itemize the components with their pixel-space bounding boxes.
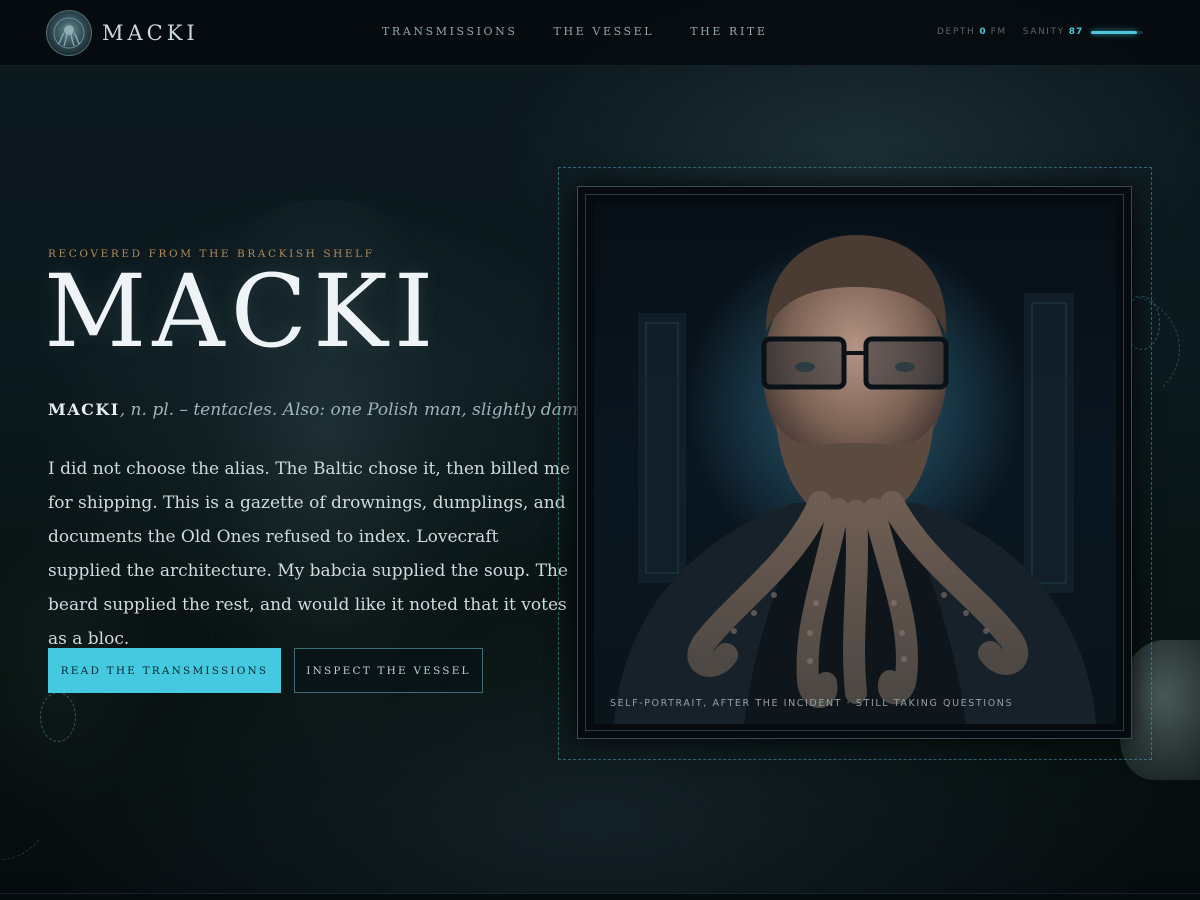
depth-label: DEPTH bbox=[937, 27, 976, 37]
main-nav: TRANSMISSIONS THE VESSEL THE RITE bbox=[382, 25, 803, 38]
sanity-bar-fill bbox=[1091, 30, 1137, 34]
intro-paragraph: I did not choose the alias. The Baltic c… bbox=[48, 459, 571, 649]
nav-link-transmissions[interactable]: TRANSMISSIONS bbox=[382, 25, 518, 38]
nav-link-the-vessel[interactable]: THE VESSEL bbox=[554, 25, 655, 38]
self-portrait-image bbox=[594, 203, 1116, 724]
depth-value: 0 bbox=[979, 27, 987, 37]
definition-word: MACKI bbox=[48, 400, 120, 419]
definition-text: , n. pl. – tentacles. Also: one Polish m… bbox=[119, 400, 595, 420]
depth-unit: FM bbox=[990, 27, 1007, 37]
sanity-value: 87 bbox=[1068, 27, 1084, 37]
brand-name: MACKI bbox=[102, 21, 199, 45]
octopus-emblem-icon bbox=[46, 10, 92, 56]
site-header: MACKI TRANSMISSIONS THE VESSEL THE RITE … bbox=[0, 0, 1200, 66]
status-meters: DEPTH 0 FM SANITY 87 bbox=[937, 27, 1144, 37]
read-transmissions-button[interactable]: READ THE TRANSMISSIONS bbox=[48, 648, 281, 693]
nav-link-the-rite[interactable]: THE RITE bbox=[690, 25, 767, 38]
sanity-bar bbox=[1091, 30, 1144, 34]
sanity-label: SANITY bbox=[1022, 27, 1065, 37]
inspect-vessel-button[interactable]: INSPECT THE VESSEL bbox=[294, 648, 483, 693]
logo-link[interactable]: MACKI bbox=[46, 10, 199, 56]
portrait-caption: SELF-PORTRAIT, AFTER THE INCIDENT · STIL… bbox=[610, 698, 1014, 709]
hero-title: MACKI bbox=[44, 253, 440, 370]
definition-line: MACKI, n. pl. – tentacles. Also: one Pol… bbox=[48, 400, 594, 420]
footer-edge bbox=[0, 893, 1200, 900]
